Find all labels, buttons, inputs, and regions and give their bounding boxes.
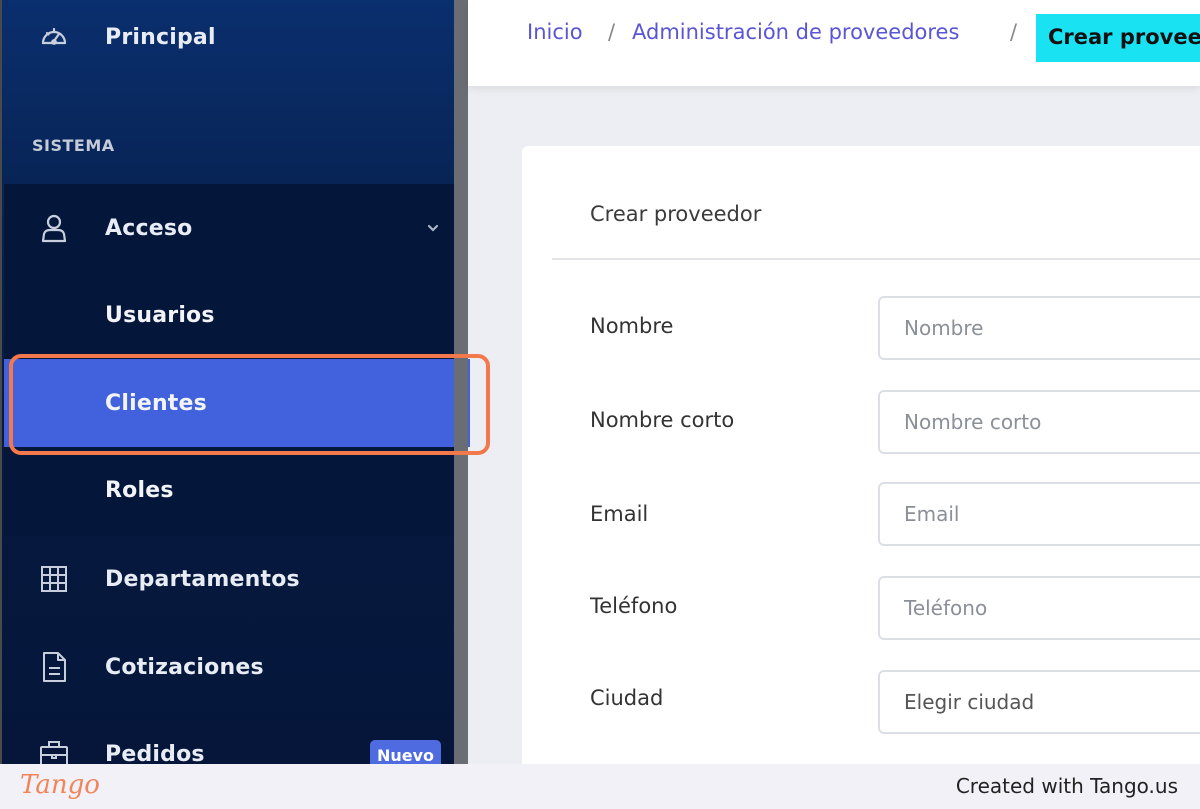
- sidebar-item-departamentos[interactable]: Departamentos: [4, 539, 454, 619]
- create-supplier-card: Crear proveedor Nombre Nombre corto Emai…: [522, 146, 1200, 764]
- nombre-input[interactable]: [878, 296, 1200, 360]
- grid-icon: [38, 563, 70, 595]
- telefono-input[interactable]: [878, 576, 1200, 640]
- tango-logo: Tango: [20, 770, 100, 800]
- card-divider: [552, 258, 1200, 260]
- chevron-down-icon[interactable]: [426, 220, 440, 239]
- breadcrumb-separator: /: [608, 20, 616, 44]
- briefcase-icon: [38, 738, 70, 764]
- sidebar-item-label: Pedidos: [105, 741, 205, 765]
- sidebar-item-label: Principal: [105, 24, 216, 50]
- dashboard-gauge-icon: [38, 21, 70, 53]
- ciudad-label: Ciudad: [590, 686, 664, 710]
- sidebar-item-label: Usuarios: [105, 302, 215, 328]
- section-title-sistema: SISTEMA: [32, 136, 115, 155]
- card-title: Crear proveedor: [590, 202, 762, 226]
- app-frame: Principal SISTEMA Acceso Usuarios Client…: [0, 0, 1200, 764]
- breadcrumb-home-link[interactable]: Inicio: [527, 20, 583, 44]
- tango-credit: Created with Tango.us: [955, 774, 1178, 798]
- document-icon: [38, 651, 70, 683]
- sidebar-item-roles[interactable]: Roles: [4, 450, 454, 530]
- sidebar-item-acceso[interactable]: Acceso: [4, 188, 454, 268]
- sidebar-item-label: Cotizaciones: [105, 654, 264, 680]
- nombre-label: Nombre: [590, 314, 674, 338]
- nombre-corto-input[interactable]: [878, 390, 1200, 454]
- sidebar-item-cotizaciones[interactable]: Cotizaciones: [4, 627, 454, 707]
- sidebar-item-principal[interactable]: Principal: [4, 0, 454, 77]
- sidebar-item-label: Acceso: [105, 215, 193, 241]
- tango-footer: Tango Created with Tango.us: [0, 764, 1200, 809]
- nombre-corto-label: Nombre corto: [590, 408, 735, 432]
- new-badge: Nuevo: [370, 740, 441, 764]
- sidebar-item-usuarios[interactable]: Usuarios: [4, 275, 454, 355]
- ciudad-select[interactable]: Elegir ciudad: [878, 670, 1200, 734]
- email-input[interactable]: [878, 482, 1200, 546]
- breadcrumb-current: Crear proveedor: [1036, 14, 1200, 62]
- breadcrumb-separator: /: [1010, 20, 1018, 44]
- telefono-label: Teléfono: [590, 594, 678, 618]
- breadcrumb-section-link[interactable]: Administración de proveedores: [632, 20, 959, 44]
- sidebar-item-label: Roles: [105, 477, 174, 503]
- sidebar-item-label: Departamentos: [105, 566, 300, 592]
- tango-highlight-clientes: [9, 354, 490, 455]
- user-icon: [38, 212, 70, 244]
- email-label: Email: [590, 502, 649, 526]
